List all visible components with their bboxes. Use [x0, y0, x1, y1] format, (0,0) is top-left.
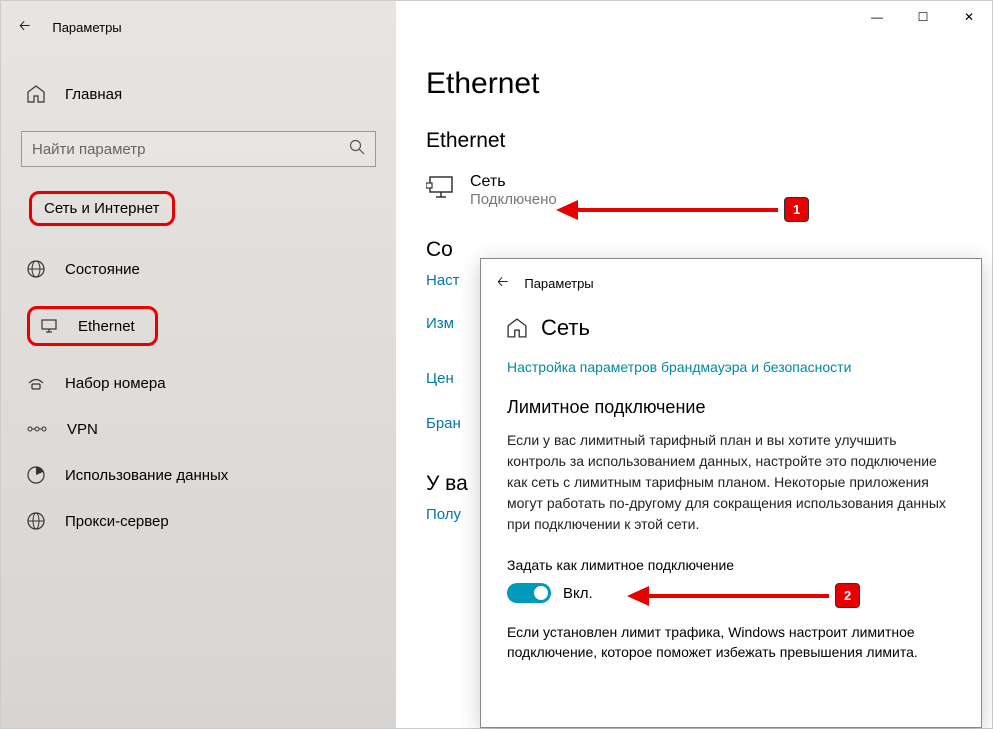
nav-home[interactable]: Главная — [21, 73, 376, 115]
minimize-button[interactable]: ― — [854, 1, 900, 33]
sidebar-item-label: Ethernet — [78, 318, 135, 335]
popup-titlebar-text: Параметры — [524, 276, 593, 291]
sidebar-category: Сеть и Интернет — [21, 183, 376, 234]
data-icon — [27, 466, 45, 484]
proxy-icon — [27, 512, 45, 530]
sidebar-item-dialup[interactable]: Набор номера — [21, 360, 376, 406]
titlebar: 🡠 Параметры — [1, 1, 396, 53]
popup-description: Если у вас лимитный тарифный план и вы х… — [507, 430, 955, 535]
popup-window: 🡠 Параметры Сеть Настройка параметров бр… — [480, 258, 982, 728]
popup-titlebar: 🡠 Параметры — [481, 259, 981, 307]
page-title: Ethernet — [426, 67, 962, 101]
metered-toggle[interactable] — [507, 583, 551, 603]
close-button[interactable]: ✕ — [946, 1, 992, 33]
sidebar-item-status[interactable]: Состояние — [21, 246, 376, 292]
section-title: Ethernet — [426, 129, 962, 153]
search-icon[interactable] — [349, 139, 365, 160]
ethernet-icon — [40, 317, 58, 335]
sidebar-item-label: Набор номера — [65, 375, 166, 392]
titlebar-text: Параметры — [52, 20, 121, 35]
highlight-annotation: Ethernet — [27, 306, 158, 346]
nav-home-label: Главная — [65, 86, 122, 103]
window-controls: ― ☐ ✕ — [854, 1, 992, 33]
ethernet-icon — [426, 175, 456, 206]
toggle-row: Вкл. 2 — [507, 583, 955, 603]
popup-heading-text: Сеть — [541, 315, 590, 341]
sidebar: 🡠 Параметры Главная Сеть и Интернет — [1, 1, 396, 728]
dialup-icon — [27, 374, 45, 392]
sidebar-item-label: Состояние — [65, 261, 140, 278]
toggle-label: Задать как лимитное подключение — [507, 557, 955, 573]
home-icon — [507, 318, 527, 338]
popup-subheading: Лимитное подключение — [507, 397, 955, 418]
search-box[interactable] — [21, 131, 376, 167]
search-input[interactable] — [32, 141, 349, 158]
annotation-badge: 1 — [784, 197, 809, 222]
connection-status: Подключено — [470, 191, 557, 208]
connection-name: Сеть — [470, 173, 557, 191]
sidebar-item-label: Использование данных — [65, 467, 228, 484]
arrow-annotation-1: 1 — [556, 197, 809, 222]
globe-icon — [27, 260, 45, 278]
sidebar-item-datausage[interactable]: Использование данных — [21, 452, 376, 498]
sidebar-item-label: VPN — [67, 421, 98, 438]
back-icon[interactable]: 🡠 — [19, 15, 30, 39]
back-icon[interactable]: 🡠 — [497, 271, 508, 295]
sidebar-category-label: Сеть и Интернет — [44, 200, 160, 217]
sidebar-item-proxy[interactable]: Прокси-сервер — [21, 498, 376, 544]
toggle-state: Вкл. — [563, 585, 593, 602]
arrow-annotation-2: 2 — [627, 583, 860, 608]
vpn-icon — [27, 420, 47, 438]
sidebar-item-label: Прокси-сервер — [65, 513, 169, 530]
highlight-annotation: Сеть и Интернет — [29, 191, 175, 226]
popup-heading: Сеть — [507, 315, 955, 341]
firewall-link[interactable]: Настройка параметров брандмауэра и безоп… — [507, 359, 955, 375]
home-icon — [27, 85, 45, 103]
maximize-button[interactable]: ☐ — [900, 1, 946, 33]
annotation-badge: 2 — [835, 583, 860, 608]
popup-note: Если установлен лимит трафика, Windows н… — [507, 623, 955, 662]
sidebar-item-ethernet[interactable]: Ethernet — [21, 292, 376, 360]
sidebar-item-vpn[interactable]: VPN — [21, 406, 376, 452]
